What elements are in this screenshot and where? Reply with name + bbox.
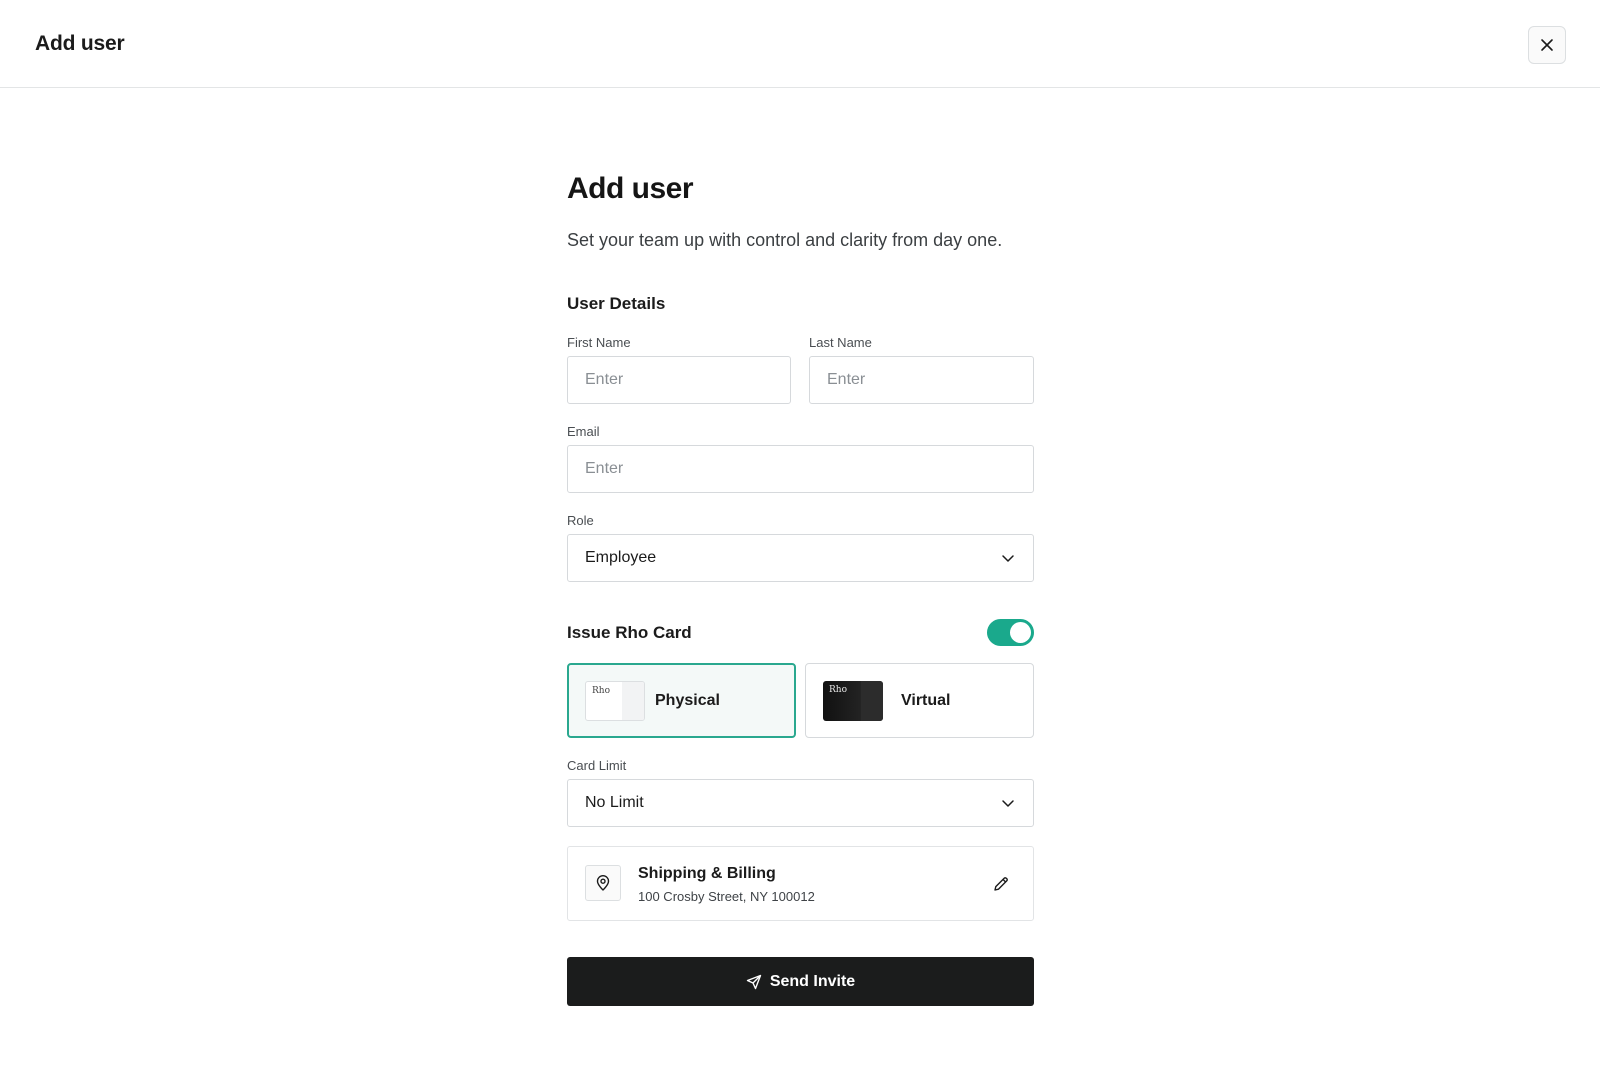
card-brand: Rho bbox=[829, 684, 847, 695]
virtual-card-label: Virtual bbox=[901, 691, 951, 709]
edit-address-button[interactable] bbox=[990, 873, 1012, 895]
card-limit-label: Card Limit bbox=[567, 758, 627, 773]
first-name-input[interactable] bbox=[567, 356, 791, 404]
card-brand: Rho bbox=[592, 685, 610, 696]
physical-card-label: Physical bbox=[655, 691, 720, 709]
close-icon bbox=[1541, 39, 1553, 51]
shipping-billing-card: Shipping & Billing 100 Crosby Street, NY… bbox=[567, 846, 1034, 921]
chevron-down-icon bbox=[1002, 800, 1014, 807]
send-invite-button[interactable]: Send Invite bbox=[567, 957, 1034, 1006]
toggle-knob bbox=[1010, 622, 1031, 643]
last-name-input[interactable] bbox=[809, 356, 1034, 404]
card-limit-value: No Limit bbox=[585, 794, 644, 811]
user-details-heading: User Details bbox=[567, 294, 666, 313]
shipping-address: 100 Crosby Street, NY 100012 bbox=[638, 889, 815, 904]
role-label: Role bbox=[567, 513, 594, 528]
top-bar: Add user bbox=[0, 0, 1600, 88]
virtual-card-option[interactable]: Rho Virtual bbox=[805, 663, 1034, 738]
issue-card-toggle[interactable] bbox=[987, 619, 1034, 646]
page-title: Add user bbox=[567, 172, 694, 205]
email-label: Email bbox=[567, 424, 600, 439]
close-button[interactable] bbox=[1528, 26, 1566, 64]
role-select[interactable]: Employee bbox=[567, 534, 1034, 582]
location-pin-icon bbox=[596, 875, 610, 891]
pencil-icon bbox=[994, 877, 1008, 891]
chevron-down-icon bbox=[1002, 555, 1014, 562]
location-pin-icon-box bbox=[585, 865, 621, 901]
virtual-card-image: Rho bbox=[823, 680, 883, 721]
shipping-billing-title: Shipping & Billing bbox=[638, 865, 776, 882]
email-input[interactable] bbox=[567, 445, 1034, 493]
physical-card-image: Rho bbox=[585, 680, 645, 721]
header-title: Add user bbox=[35, 32, 125, 55]
issue-card-heading: Issue Rho Card bbox=[567, 623, 692, 642]
physical-card-option[interactable]: Rho Physical bbox=[567, 663, 796, 738]
first-name-label: First Name bbox=[567, 335, 631, 350]
page-subtitle: Set your team up with control and clarit… bbox=[567, 230, 1003, 250]
card-limit-select[interactable]: No Limit bbox=[567, 779, 1034, 827]
send-icon bbox=[746, 974, 762, 989]
role-value: Employee bbox=[585, 549, 657, 566]
send-invite-label: Send Invite bbox=[769, 972, 856, 990]
last-name-label: Last Name bbox=[809, 335, 872, 350]
